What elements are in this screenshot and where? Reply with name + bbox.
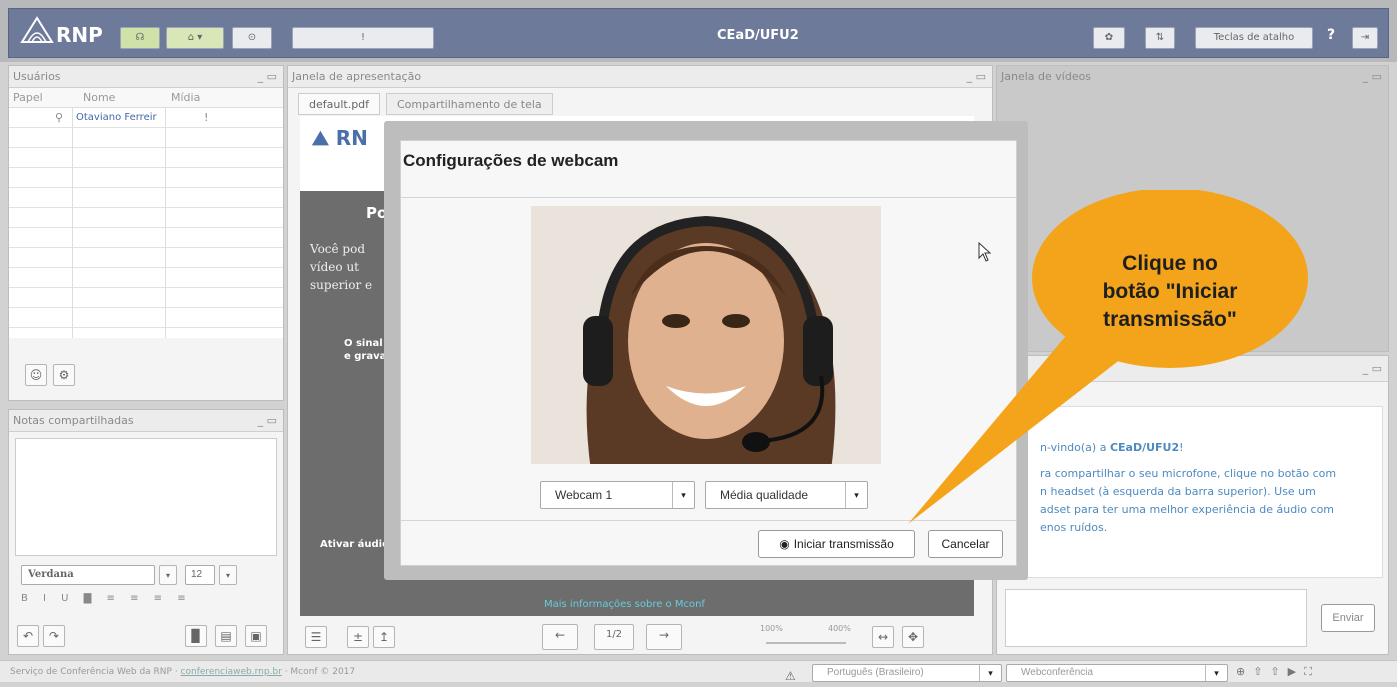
zoom-max-label: 400% xyxy=(828,624,851,633)
footer-icons[interactable]: ⊕⇧⇧▶⛶ xyxy=(1236,661,1320,683)
rnp-logo: RNP xyxy=(20,12,103,50)
video-panel: Janela de vídeos _ ▭ xyxy=(996,65,1389,352)
notes-panel: Notas compartilhadas _ ▭ Verdana ▾ 12 ▾ B… xyxy=(8,409,284,655)
panel-window-controls[interactable]: _ ▭ xyxy=(967,66,986,88)
save-icon[interactable]: ▣ xyxy=(245,625,267,647)
warning-icon[interactable]: ⚠ xyxy=(785,665,796,687)
download-icon[interactable]: ↥ xyxy=(373,626,395,648)
chat-line: enos ruídos. xyxy=(1040,521,1108,534)
mouse-cursor-icon xyxy=(978,241,992,265)
headset-button[interactable]: ☊ xyxy=(120,27,160,49)
notes-panel-title: Notas compartilhadas xyxy=(13,414,134,427)
users-panel-title: Usuários xyxy=(13,70,61,83)
col-media[interactable]: Mídia xyxy=(171,88,200,108)
file-open-icon[interactable]: ▤ xyxy=(215,625,237,647)
chat-input[interactable] xyxy=(1005,589,1307,647)
size-dropdown-icon[interactable]: ▾ xyxy=(219,565,237,585)
mic-icon: ! xyxy=(204,111,209,124)
send-button[interactable]: Enviar xyxy=(1321,604,1375,632)
user-role-icon: ⚲ xyxy=(55,111,64,124)
page-number[interactable]: 1/2 xyxy=(594,624,634,650)
col-name[interactable]: Nome xyxy=(83,88,115,108)
users-grid-header: Papel Nome Mídia xyxy=(9,88,283,108)
panel-window-controls[interactable]: _ ▭ xyxy=(258,66,277,88)
webcam-share-button[interactable]: ⌂ ▾ xyxy=(166,27,224,49)
fit-page-icon[interactable]: ✥ xyxy=(902,626,924,648)
dialog-title: Configurações de webcam xyxy=(403,151,619,170)
next-page-icon[interactable]: → xyxy=(646,624,682,650)
slide-grava: e grava xyxy=(344,351,387,362)
video-panel-title: Janela de vídeos xyxy=(1001,70,1092,83)
footer-link[interactable]: conferenciaweb.rnp.br xyxy=(181,667,282,677)
webcam-settings-dialog: Configurações de webcam Webcam 1 ▾ Média … xyxy=(400,140,1017,566)
presentation-title: Janela de apresentação xyxy=(292,70,422,83)
chat-line: n headset (à esquerda da barra superior)… xyxy=(1040,485,1316,498)
notes-textarea[interactable] xyxy=(15,438,277,556)
undo-icon[interactable]: ↶ xyxy=(17,625,39,647)
chat-panel: _ ▭ n-vindo(a) a CEaD/UFU2! ra compartil… xyxy=(996,355,1389,655)
file-new-icon[interactable]: ▉ xyxy=(185,625,207,647)
font-size-select[interactable]: 12 xyxy=(185,565,215,585)
upload-icon[interactable]: ± xyxy=(347,626,369,648)
chat-welcome: n-vindo(a) a CEaD/UFU2! xyxy=(1040,441,1184,454)
slide-rnp-logo: ⛰ RN xyxy=(312,126,368,150)
table-row[interactable]: ⚲ Otaviano Ferreir ! xyxy=(9,108,283,128)
users-grid: ⚲ Otaviano Ferreir ! xyxy=(9,108,283,338)
slide-signal: O sinal xyxy=(344,338,383,349)
prev-page-icon[interactable]: ← xyxy=(542,624,578,650)
cancel-button[interactable]: Cancelar xyxy=(928,530,1003,558)
tab-default-pdf[interactable]: default.pdf xyxy=(298,93,381,115)
sort-icon[interactable]: ⇅ xyxy=(1145,27,1175,49)
panel-window-controls[interactable]: _ ▭ xyxy=(258,410,277,432)
logout-icon[interactable]: ⇥ xyxy=(1352,27,1378,49)
quality-select[interactable]: Média qualidade ▾ xyxy=(705,481,868,509)
help-icon[interactable]: ? xyxy=(1327,27,1335,43)
language-select[interactable]: Português (Brasileiro) ▾ xyxy=(812,664,1002,682)
footer: Serviço de Conferência Web da RNP · conf… xyxy=(0,660,1397,683)
user-settings-icon[interactable]: ⚙ xyxy=(53,364,75,386)
redo-icon[interactable]: ↷ xyxy=(43,625,65,647)
users-panel: Usuários _ ▭ Papel Nome Mídia ⚲ Otaviano … xyxy=(8,65,284,401)
slide-text-1: Você pod xyxy=(310,242,366,256)
camera-select[interactable]: Webcam 1 ▾ xyxy=(540,481,695,509)
chat-line: adset para ter uma melhor experiência de… xyxy=(1040,503,1335,516)
start-transmission-button[interactable]: ◉ Iniciar transmissão xyxy=(758,530,915,558)
col-role[interactable]: Papel xyxy=(13,88,43,108)
user-name: Otaviano Ferreir xyxy=(76,112,157,123)
zoom-min-label: 100% xyxy=(760,624,783,633)
slide-text-3: superior e xyxy=(310,278,373,292)
panel-window-controls[interactable]: _ ▭ xyxy=(1363,356,1382,382)
layout-select[interactable]: Webconferência ▾ xyxy=(1006,664,1228,682)
menu-icon[interactable]: ☰ xyxy=(305,626,327,648)
chat-line: ra compartilhar o seu microfone, clique … xyxy=(1040,467,1337,480)
emoji-status-icon[interactable]: ☺ xyxy=(25,364,47,386)
panel-window-controls[interactable]: _ ▭ xyxy=(1363,66,1382,88)
footer-service: Serviço de Conferência Web da RNP · conf… xyxy=(10,667,356,677)
presentation-toolbar: ☰ ± ↥ ← 1/2 → 100% 400% ↔ ✥ xyxy=(288,620,992,654)
top-bar: RNP ☊ ⌂ ▾ ⊙ ! CEaD/UFU2 ✿ ⇅ Teclas de at… xyxy=(0,0,1397,62)
font-family-select[interactable]: Verdana xyxy=(21,565,155,585)
webcam-icon: ◉ xyxy=(779,537,790,551)
slide-text-2: vídeo ut xyxy=(310,260,359,274)
webcam-preview xyxy=(531,206,881,471)
record-button[interactable]: ⊙ xyxy=(232,27,272,49)
mic-status-bar[interactable]: ! xyxy=(292,27,434,49)
fit-width-icon[interactable]: ↔ xyxy=(872,626,894,648)
slide-link: Mais informações sobre o Mconf xyxy=(544,599,705,610)
chat-messages: n-vindo(a) a CEaD/UFU2! ra compartilhar … xyxy=(1003,406,1383,578)
slide-audio-label: Ativar áudio xyxy=(320,539,389,550)
conference-title: CEaD/UFU2 xyxy=(717,28,799,43)
zoom-slider[interactable] xyxy=(766,642,846,644)
settings-gear-icon[interactable]: ✿ xyxy=(1093,27,1125,49)
format-toolbar[interactable]: B I U ▇ ≡ ≡ ≡ ≡ xyxy=(21,593,211,613)
tab-screen-share[interactable]: Compartilhamento de tela xyxy=(386,93,553,115)
font-dropdown-icon[interactable]: ▾ xyxy=(159,565,177,585)
shortcuts-button[interactable]: Teclas de atalho xyxy=(1195,27,1313,49)
